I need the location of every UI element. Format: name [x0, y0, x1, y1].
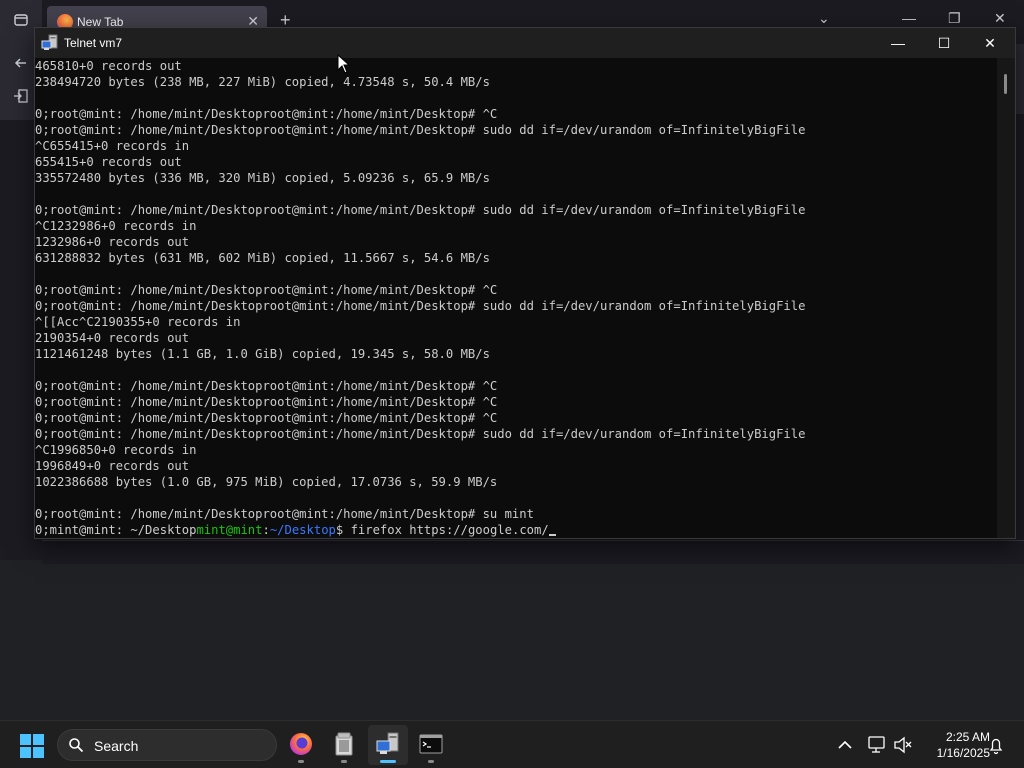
taskbar-firefox[interactable]	[281, 725, 321, 765]
telnet-close-button[interactable]: ✕	[967, 28, 1013, 58]
terminal-line: 0;root@mint: /home/mint/Desktoproot@mint…	[35, 123, 806, 137]
start-button[interactable]	[20, 734, 44, 758]
firefox-restore-button[interactable]: ❐	[948, 10, 961, 27]
taskbar-terminal[interactable]	[411, 725, 451, 765]
active-indicator	[380, 760, 396, 763]
bell-icon	[989, 738, 1003, 755]
taskbar-file-explorer[interactable]	[324, 725, 364, 765]
scrollbar-thumb[interactable]	[1004, 74, 1007, 94]
terminal-cursor	[548, 534, 556, 536]
terminal-icon	[419, 734, 443, 754]
file-explorer-icon	[335, 732, 353, 756]
terminal-line: ^C655415+0 records in	[35, 139, 190, 153]
taskbar: Search 2:25 AM 1/16/2025	[0, 720, 1024, 768]
terminal-line: ^C1996850+0 records in	[35, 443, 197, 457]
running-indicator	[341, 760, 347, 763]
volume-muted-icon	[894, 736, 912, 754]
telnet-icon	[376, 732, 399, 754]
terminal-output[interactable]: 465810+0 records out 238494720 bytes (238…	[35, 58, 997, 538]
terminal-line: 1121461248 bytes (1.1 GB, 1.0 GiB) copie…	[35, 347, 490, 361]
firefox-lower-edge	[42, 540, 1024, 564]
search-icon	[69, 738, 84, 753]
terminal-line: 238494720 bytes (238 MB, 227 MiB) copied…	[35, 75, 490, 89]
terminal-line: 2190354+0 records out	[35, 331, 190, 345]
network-icon	[868, 736, 885, 753]
firefox-icon	[290, 733, 312, 755]
telnet-titlebar[interactable]: Telnet vm7 — ☐ ✕	[35, 28, 1015, 58]
running-indicator	[428, 760, 434, 763]
list-all-tabs-button[interactable]: ⌄	[818, 10, 830, 27]
taskbar-telnet[interactable]	[368, 725, 408, 765]
clock-date: 1/16/2025	[936, 746, 990, 760]
prompt-dollar: $	[335, 523, 351, 537]
telnet-title: Telnet vm7	[64, 36, 123, 50]
terminal-line: 655415+0 records out	[35, 155, 182, 169]
terminal-line: 0;root@mint: /home/mint/Desktoproot@mint…	[35, 411, 498, 425]
firefox-close-button[interactable]: ✕	[994, 10, 1006, 27]
terminal-line: 0;root@mint: /home/mint/Desktoproot@mint…	[35, 507, 534, 521]
telnet-app-icon	[41, 34, 59, 52]
terminal-line: 465810+0 records out	[35, 59, 182, 73]
telnet-minimize-button[interactable]: —	[875, 28, 921, 58]
terminal-line: 631288832 bytes (631 MB, 602 MiB) copied…	[35, 251, 490, 265]
terminal-prompt-line: 0;mint@mint: ~/Desktopmint@mint:~/Deskto…	[35, 522, 997, 538]
telnet-window[interactable]: Telnet vm7 — ☐ ✕ 465810+0 records out 238…	[34, 27, 1016, 539]
terminal-line: 0;root@mint: /home/mint/Desktoproot@mint…	[35, 299, 806, 313]
prompt-path: ~/Desktop	[269, 523, 336, 537]
volume-status[interactable]	[892, 721, 912, 768]
sign-in-icon[interactable]	[11, 88, 31, 108]
terminal-line: 0;root@mint: /home/mint/Desktoproot@mint…	[35, 283, 498, 297]
terminal-line: 0;root@mint: /home/mint/Desktoproot@mint…	[35, 395, 498, 409]
terminal-line: 1022386688 bytes (1.0 GB, 975 MiB) copie…	[35, 475, 498, 489]
clock-time: 2:25 AM	[945, 730, 990, 744]
chevron-up-icon	[838, 740, 852, 749]
telnet-maximize-button[interactable]: ☐	[921, 28, 967, 58]
terminal-line: 0;root@mint: /home/mint/Desktoproot@mint…	[35, 203, 806, 217]
back-arrow-icon[interactable]	[11, 55, 31, 75]
terminal-line: 1996849+0 records out	[35, 459, 190, 473]
terminal-line: ^C1232986+0 records in	[35, 219, 197, 233]
notifications-button[interactable]	[986, 721, 1006, 768]
mouse-pointer-icon	[337, 54, 351, 74]
running-indicator	[298, 760, 304, 763]
tab-overview-icon[interactable]	[11, 12, 31, 32]
terminal-line: 0;root@mint: /home/mint/Desktoproot@mint…	[35, 107, 498, 121]
terminal-scrollbar[interactable]	[997, 58, 1015, 538]
windows-logo-icon	[20, 734, 31, 745]
terminal-line: 335572480 bytes (336 MB, 320 MiB) copied…	[35, 171, 490, 185]
show-hidden-icons-button[interactable]	[836, 721, 854, 768]
prompt-user-host: mint@mint	[196, 523, 263, 537]
prompt-command: firefox https://google.com/	[350, 523, 549, 537]
terminal-line: 0;root@mint: /home/mint/Desktoproot@mint…	[35, 427, 806, 441]
terminal-line: 1232986+0 records out	[35, 235, 190, 249]
system-clock[interactable]: 2:25 AM 1/16/2025	[914, 729, 990, 761]
taskbar-search-box[interactable]: Search	[57, 729, 277, 761]
network-status[interactable]	[866, 721, 888, 768]
prompt-prefix: 0;mint@mint: ~/Desktop	[35, 523, 197, 537]
search-label: Search	[94, 738, 139, 754]
terminal-line: 0;root@mint: /home/mint/Desktoproot@mint…	[35, 379, 498, 393]
firefox-minimize-button[interactable]: —	[902, 10, 916, 26]
prompt-colon: :	[262, 523, 270, 537]
terminal-line: ^[[Acc^C2190355+0 records in	[35, 315, 241, 329]
